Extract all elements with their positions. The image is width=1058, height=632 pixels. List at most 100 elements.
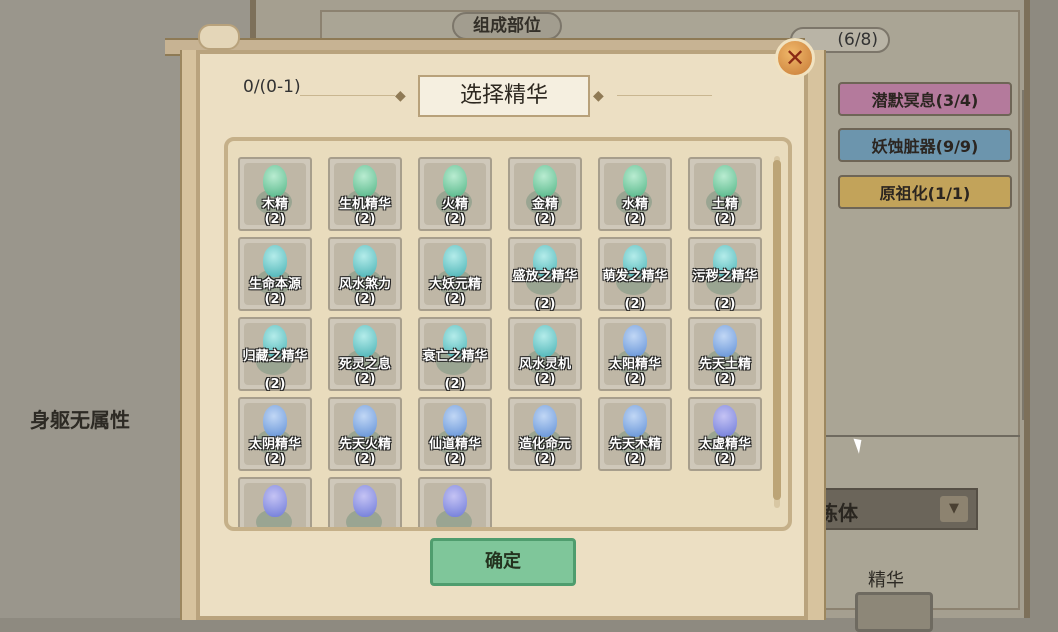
- essence-item[interactable]: 生命本源 (2): [238, 237, 312, 311]
- essence-drop-icon: [533, 405, 557, 437]
- essence-item-count: (2): [624, 212, 646, 227]
- essence-item[interactable]: 太阳精华 (2): [598, 317, 672, 391]
- selection-counter: 0/(0-1): [243, 77, 301, 97]
- essence-item-count: (2): [444, 452, 466, 467]
- title-ornament-left-icon: ◆: [395, 88, 406, 104]
- essence-item[interactable]: 衰亡之精华 (2): [418, 317, 492, 392]
- essence-drop-icon: [353, 245, 377, 277]
- essence-item[interactable]: 盛放之精华 (2): [508, 237, 582, 312]
- essence-item-count: (2): [624, 297, 646, 312]
- essence-item-count: (2): [264, 452, 286, 467]
- essence-item-name: 木精: [261, 197, 288, 212]
- essence-item-count: (2): [534, 212, 556, 227]
- essence-item[interactable]: 风水灵机 (2): [508, 317, 582, 391]
- essence-item-count: (2): [534, 372, 556, 387]
- essence-item-name: 大妖元精: [428, 277, 481, 292]
- essence-item-name: 先天火精: [338, 437, 391, 452]
- essence-item-count: (2): [624, 372, 646, 387]
- essence-drop-icon: [353, 485, 377, 517]
- component-title: 组成部位: [452, 12, 562, 40]
- essence-item[interactable]: 土精 (2): [688, 157, 762, 231]
- essence-item[interactable]: 先天木精 (2): [598, 397, 672, 471]
- essence-item[interactable]: 归藏之精华 (2): [238, 317, 312, 392]
- essence-item-name: 盛放之精华: [512, 269, 578, 284]
- essence-item[interactable]: 生机精华 (2): [328, 157, 402, 231]
- essence-item-count: (2): [354, 372, 376, 387]
- essence-item-name: 生命本源: [248, 277, 301, 292]
- essence-drop-icon: [713, 405, 737, 437]
- essence-item[interactable]: 水精 (2): [598, 157, 672, 231]
- trait-button-2[interactable]: 妖蚀脏器(9/9): [838, 128, 1012, 162]
- cloud-ornament-icon: [198, 24, 240, 50]
- essence-item-count: (2): [444, 377, 466, 392]
- trait-button-3[interactable]: 原祖化(1/1): [838, 175, 1012, 209]
- body-attribute-label: 身躯无属性: [30, 408, 130, 432]
- essence-item-name: 造化命元: [518, 437, 571, 452]
- essence-drop-icon: [533, 325, 557, 357]
- essence-drop-icon: [263, 485, 287, 517]
- trait-button-1[interactable]: 潜默冥息(3/4): [838, 82, 1012, 116]
- essence-item[interactable]: 金精 (2): [508, 157, 582, 231]
- essence-item-name: 风水煞力: [338, 277, 391, 292]
- essence-item[interactable]: 萌发之精华 (2): [598, 237, 672, 312]
- essence-item-count: (2): [714, 452, 736, 467]
- essence-item-name: 生机精华: [338, 197, 391, 212]
- essence-item-count: (2): [624, 452, 646, 467]
- essence-item-count: (2): [534, 452, 556, 467]
- title-ornament-right-icon: ◆: [593, 88, 604, 104]
- essence-drop-icon: [353, 165, 377, 197]
- essence-item-count: (2): [264, 212, 286, 227]
- essence-drop-icon: [443, 245, 467, 277]
- essence-item-name: 风水灵机: [518, 357, 571, 372]
- essence-item-name: 先天土精: [698, 357, 751, 372]
- essence-slot[interactable]: [855, 592, 933, 632]
- scrollbar-thumb[interactable]: [773, 160, 781, 500]
- essence-item-name: 仙道精华: [428, 437, 481, 452]
- essence-item[interactable]: 风水煞力 (2): [328, 237, 402, 311]
- essence-grid: 木精 (2) 生机精华 (2) 火精 (2) 金精 (2) 水精 (2) 土精 (2) 生命本源 (2) 风…: [224, 137, 792, 531]
- essence-drop-icon: [443, 165, 467, 197]
- essence-item[interactable]: [418, 477, 492, 527]
- essence-item[interactable]: 先天土精 (2): [688, 317, 762, 391]
- confirm-button[interactable]: 确定: [430, 538, 576, 586]
- essence-drop-icon: [263, 405, 287, 437]
- essence-drop-icon: [623, 165, 647, 197]
- close-icon[interactable]: ✕: [775, 38, 815, 78]
- essence-item-name: 污秽之精华: [692, 269, 758, 284]
- essence-item[interactable]: 造化命元 (2): [508, 397, 582, 471]
- essence-item-count: (2): [264, 292, 286, 307]
- essence-item-name: 衰亡之精华: [422, 349, 488, 364]
- essence-item[interactable]: [238, 477, 312, 527]
- essence-item-count: (2): [444, 292, 466, 307]
- essence-item-name: 归藏之精华: [242, 349, 308, 364]
- dialog-right-border: [808, 50, 826, 620]
- essence-item[interactable]: 太阴精华 (2): [238, 397, 312, 471]
- essence-item[interactable]: 火精 (2): [418, 157, 492, 231]
- essence-item-name: 火精: [441, 197, 468, 212]
- essence-item-count: (2): [714, 212, 736, 227]
- essence-item[interactable]: 大妖元精 (2): [418, 237, 492, 311]
- essence-item-name: 先天木精: [608, 437, 661, 452]
- essence-drop-icon: [623, 325, 647, 357]
- chevron-down-icon[interactable]: ▼: [940, 496, 968, 522]
- essence-item-name: 金精: [531, 197, 558, 212]
- essence-item[interactable]: 污秽之精华 (2): [688, 237, 762, 312]
- essence-item-count: (2): [444, 212, 466, 227]
- title-line-left: [300, 95, 395, 96]
- essence-item-name: 死灵之息: [338, 357, 391, 372]
- essence-item[interactable]: [328, 477, 402, 527]
- essence-item[interactable]: 仙道精华 (2): [418, 397, 492, 471]
- essence-item[interactable]: 先天火精 (2): [328, 397, 402, 471]
- essence-item-name: 土精: [711, 197, 738, 212]
- essence-drop-icon: [713, 325, 737, 357]
- essence-drop-icon: [263, 245, 287, 277]
- essence-item-count: (2): [264, 377, 286, 392]
- essence-item[interactable]: 太虚精华 (2): [688, 397, 762, 471]
- essence-item-count: (2): [714, 297, 736, 312]
- essence-item[interactable]: 死灵之息 (2): [328, 317, 402, 391]
- essence-item-count: (2): [354, 212, 376, 227]
- essence-item-name: 太阴精华: [248, 437, 301, 452]
- essence-label: 精华: [868, 570, 904, 591]
- essence-item[interactable]: 木精 (2): [238, 157, 312, 231]
- essence-item-count: (2): [354, 292, 376, 307]
